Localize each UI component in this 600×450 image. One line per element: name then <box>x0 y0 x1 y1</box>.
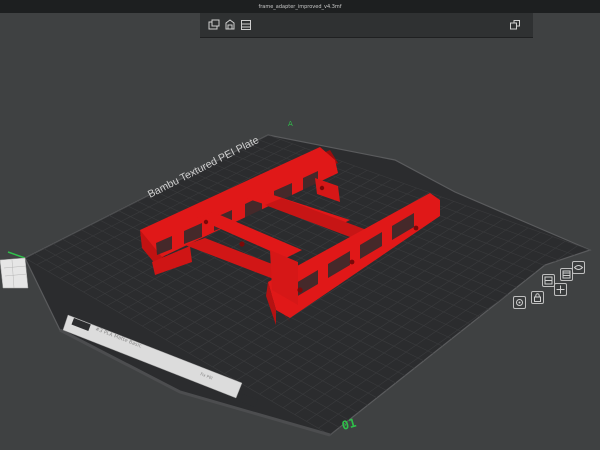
axis-marker: A <box>288 120 293 128</box>
plate-settings-icon[interactable] <box>513 296 526 309</box>
plate-controls <box>505 260 585 320</box>
plate-move-icon[interactable] <box>554 283 567 296</box>
plate-lock-icon[interactable] <box>531 291 544 304</box>
3d-viewport[interactable]: Bambu Textured PEI Plate #3 PLA Matte Ba… <box>0 0 600 450</box>
plate-view-icon[interactable] <box>572 261 585 274</box>
plate-number: 01 <box>340 416 358 433</box>
